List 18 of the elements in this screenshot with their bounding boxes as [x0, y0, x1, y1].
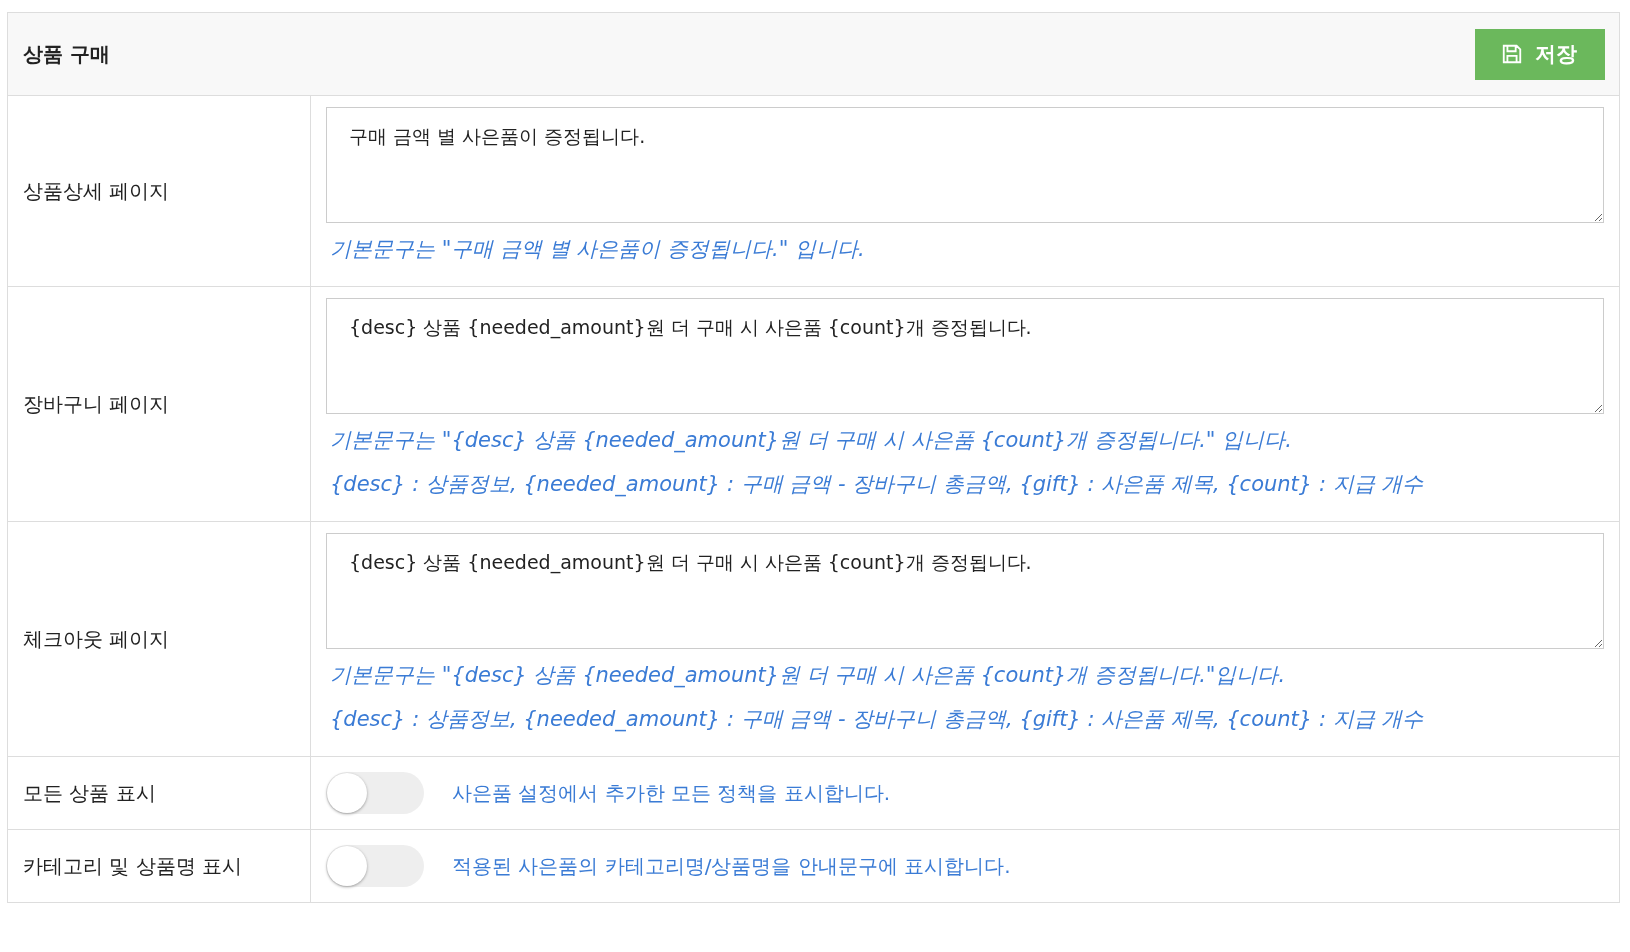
row-label: 모든 상품 표시	[23, 779, 156, 807]
help-text: 기본문구는 "구매 금액 별 사은품이 증정됩니다." 입니다.	[330, 236, 866, 263]
panel-title: 상품 구매	[23, 40, 110, 68]
toggle-switch[interactable]	[326, 845, 424, 887]
row-label: 카테고리 및 상품명 표시	[23, 852, 243, 880]
help-text: 기본문구는 "{desc} 상품 {needed_amount}원 더 구매 시 사은품 {count}개 증정됩니다."입니다.	[330, 662, 1287, 689]
help-text: 기본문구는 "{desc} 상품 {needed_amount}원 더 구매 시 사은품 {count}개 증정됩니다." 입니다.	[330, 427, 1293, 454]
message-textarea[interactable]: {desc} 상품 {needed_amount}원 더 구매 시 사은품 {count}개 증정됩니다.	[326, 533, 1604, 649]
row-label: 체크아웃 페이지	[23, 625, 170, 653]
toggle-description: 사은품 설정에서 추가한 모든 정책을 표시합니다.	[452, 779, 891, 807]
row-label: 장바구니 페이지	[23, 390, 170, 418]
help-text: {desc} : 상품정보, {needed_amount} : 구매 금액 - 장바구니 총금액, {gift} : 사은품 제목, {count} : 지급 개수	[330, 471, 1425, 498]
message-textarea[interactable]: 구매 금액 별 사은품이 증정됩니다.	[326, 107, 1604, 223]
message-textarea[interactable]: {desc} 상품 {needed_amount}원 더 구매 시 사은품 {count}개 증정됩니다.	[326, 298, 1604, 414]
toggle-switch[interactable]	[326, 772, 424, 814]
help-text: {desc} : 상품정보, {needed_amount} : 구매 금액 - 장바구니 총금액, {gift} : 사은품 제목, {count} : 지급 개수	[330, 706, 1425, 733]
row-label: 상품상세 페이지	[23, 177, 170, 205]
toggle-description: 적용된 사은품의 카테고리명/상품명을 안내문구에 표시합니다.	[452, 852, 1011, 880]
